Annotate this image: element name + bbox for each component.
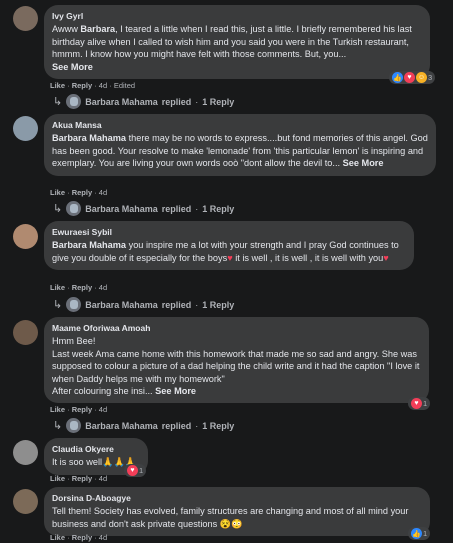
see-more-link[interactable]: See More xyxy=(155,386,196,396)
comment-text: Barbara Mahama there may be no words to … xyxy=(52,133,428,169)
comment-bubble: Maame Oforiwaa Amoah Hmm Bee! Last week A… xyxy=(44,317,429,404)
reaction-summary[interactable]: ♥ 1 xyxy=(124,464,147,477)
comment-actions: Like · Reply · 4d xyxy=(50,405,108,414)
reply-button[interactable]: Reply xyxy=(72,533,92,542)
comment-text: Hmm Bee! Last week Ama came home with thi… xyxy=(52,336,420,397)
avatar[interactable] xyxy=(13,489,38,514)
comment-actions: Like · Reply · 4d xyxy=(50,533,108,542)
comment-author[interactable]: Ewuraesi Sybil xyxy=(52,226,406,238)
see-more-link[interactable]: See More xyxy=(343,158,384,168)
reply-button[interactable]: Reply xyxy=(72,474,92,483)
replies-link[interactable]: ↳ Barbara Mahama replied · 1 Reply xyxy=(53,201,234,216)
reply-count: 1 Reply xyxy=(202,203,235,214)
reaction-count: 1 xyxy=(423,529,428,538)
reply-button[interactable]: Reply xyxy=(72,81,92,90)
replier-avatar xyxy=(66,297,82,312)
comment-actions: Like · Reply · 4d xyxy=(50,474,108,483)
comment-bubble: Dorsina D-Aboagye Tell them! Society has… xyxy=(44,487,430,537)
comment-actions: Like · Reply · 4d xyxy=(50,283,108,292)
replied-label: replied xyxy=(161,420,192,431)
comment-time[interactable]: 4d xyxy=(99,81,107,90)
mention[interactable]: Barbara xyxy=(80,24,115,34)
comment-actions: Like · Reply · 4d · Edited xyxy=(50,81,136,90)
replied-label: replied xyxy=(161,96,192,107)
reply-button[interactable]: Reply xyxy=(72,188,92,197)
reaction-count: 1 xyxy=(139,466,144,475)
reaction-count: 1 xyxy=(423,399,428,408)
reaction-summary[interactable]: ♥ 1 xyxy=(408,397,431,410)
replies-link[interactable]: ↳ Barbara Mahama replied · 1 Reply xyxy=(53,297,234,312)
avatar[interactable] xyxy=(13,320,38,345)
reaction-summary[interactable]: 👍 1 xyxy=(408,527,431,540)
replier-avatar xyxy=(66,418,82,433)
comment-text: Barbara Mahama you inspire me a lot with… xyxy=(52,240,399,263)
like-button[interactable]: Like xyxy=(50,533,65,542)
replies-link[interactable]: ↳ Barbara Mahama replied · 1 Reply xyxy=(53,418,234,433)
comment-author[interactable]: Dorsina D-Aboagye xyxy=(52,492,422,504)
reply-count: 1 Reply xyxy=(202,96,235,107)
comment-time[interactable]: 4d xyxy=(99,533,107,542)
comment-time[interactable]: 4d xyxy=(99,405,107,414)
comment-bubble: Ivy Gyrl Awww Barbara, I teared a little… xyxy=(44,5,430,80)
see-more-link[interactable]: See More xyxy=(52,62,93,72)
replier-name: Barbara Mahama xyxy=(85,96,158,107)
comment-author[interactable]: Ivy Gyrl xyxy=(52,10,422,22)
replier-name: Barbara Mahama xyxy=(85,420,158,431)
comment-time[interactable]: 4d xyxy=(99,283,107,292)
avatar[interactable] xyxy=(13,440,38,465)
avatar[interactable] xyxy=(13,224,38,249)
replies-link[interactable]: ↳ Barbara Mahama replied · 1 Reply xyxy=(53,94,234,109)
comment-author[interactable]: Akua Mansa xyxy=(52,119,428,131)
love-reaction-icon: ♥ xyxy=(127,465,138,476)
comment-time[interactable]: 4d xyxy=(99,188,107,197)
reply-arrow-icon: ↳ xyxy=(53,299,63,311)
comment-text: Tell them! Society has evolved, family s… xyxy=(52,506,409,529)
comment-bubble: Akua Mansa Barbara Mahama there may be n… xyxy=(44,114,436,176)
reply-count: 1 Reply xyxy=(202,420,235,431)
like-button[interactable]: Like xyxy=(50,405,65,414)
mention[interactable]: Barbara Mahama xyxy=(52,240,126,250)
reaction-summary[interactable]: 👍 ♥ ☺ 3 xyxy=(389,71,436,84)
love-reaction-icon: ♥ xyxy=(411,398,422,409)
like-reaction-icon: 👍 xyxy=(411,528,422,539)
reply-button[interactable]: Reply xyxy=(72,283,92,292)
like-button[interactable]: Like xyxy=(50,283,65,292)
replier-avatar xyxy=(66,201,82,216)
avatar[interactable] xyxy=(13,6,38,31)
comment-bubble: Ewuraesi Sybil Barbara Mahama you inspir… xyxy=(44,221,414,271)
reply-arrow-icon: ↳ xyxy=(53,96,63,108)
replier-name: Barbara Mahama xyxy=(85,203,158,214)
comment-author[interactable]: Claudia Okyere xyxy=(52,443,140,455)
reply-arrow-icon: ↳ xyxy=(53,420,63,432)
heart-emoji-icon: ♥ xyxy=(383,252,389,263)
comment-time[interactable]: 4d xyxy=(99,474,107,483)
reply-button[interactable]: Reply xyxy=(72,405,92,414)
comment-author[interactable]: Maame Oforiwaa Amoah xyxy=(52,322,421,334)
replier-avatar xyxy=(66,94,82,109)
reply-count: 1 Reply xyxy=(202,299,235,310)
replier-name: Barbara Mahama xyxy=(85,299,158,310)
face-emoji-icon: 😵😳 xyxy=(219,518,243,529)
replied-label: replied xyxy=(161,203,192,214)
replied-label: replied xyxy=(161,299,192,310)
like-button[interactable]: Like xyxy=(50,81,65,90)
reaction-count: 3 xyxy=(428,73,433,82)
like-button[interactable]: Like xyxy=(50,474,65,483)
care-reaction-icon: ☺ xyxy=(416,72,427,83)
love-reaction-icon: ♥ xyxy=(404,72,415,83)
edited-label: Edited xyxy=(113,81,136,90)
reply-arrow-icon: ↳ xyxy=(53,203,63,215)
mention[interactable]: Barbara Mahama xyxy=(52,133,126,143)
comment-text: Awww Barbara, I teared a little when I r… xyxy=(52,24,412,72)
avatar[interactable] xyxy=(13,116,38,141)
like-button[interactable]: Like xyxy=(50,188,65,197)
like-reaction-icon: 👍 xyxy=(392,72,403,83)
comment-actions: Like · Reply · 4d xyxy=(50,188,108,197)
